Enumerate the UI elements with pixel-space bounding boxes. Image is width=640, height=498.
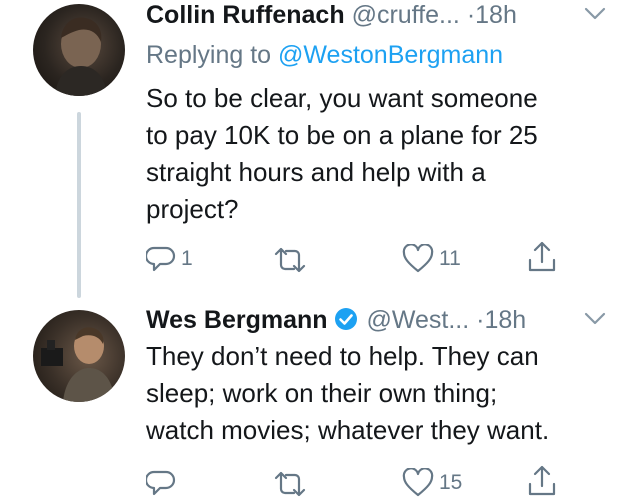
avatar[interactable]	[33, 4, 125, 96]
share-icon	[528, 465, 556, 496]
reply-icon	[146, 246, 176, 272]
verified-icon	[334, 307, 358, 338]
replying-to: Replying to @WestonBergmann	[146, 40, 503, 70]
like-icon	[402, 468, 434, 497]
chevron-down-icon[interactable]	[583, 311, 607, 332]
author-name[interactable]: Collin Ruffenach	[146, 1, 345, 29]
reply-count: 1	[181, 247, 193, 270]
mention-link[interactable]: @WestonBergmann	[278, 41, 503, 69]
reply-icon	[146, 470, 176, 496]
share-button[interactable]	[527, 464, 557, 498]
like-count: 15	[439, 471, 463, 494]
like-button[interactable]: 11	[402, 244, 461, 274]
like-count: 11	[439, 247, 461, 270]
retweet-button[interactable]	[272, 470, 313, 498]
chevron-down-icon[interactable]	[583, 6, 607, 27]
avatar[interactable]	[33, 310, 125, 402]
timestamp[interactable]: 18h	[484, 306, 526, 334]
tweet-text: They don’t need to help. They can sleep;…	[146, 341, 550, 445]
timestamp[interactable]: 18h	[475, 1, 517, 29]
tweet-header: Collin Ruffenach @cruffe... ·18h	[146, 0, 517, 30]
replying-prefix: Replying to	[146, 41, 272, 69]
separator-dot: ·	[466, 1, 476, 29]
share-icon	[528, 241, 556, 272]
reply-button[interactable]: 1	[146, 244, 193, 274]
retweet-icon	[274, 247, 306, 273]
retweet-icon	[274, 471, 306, 497]
tweet-text: So to be clear, you want someone to pay …	[146, 83, 538, 224]
author-handle[interactable]: @cruffe...	[352, 1, 460, 29]
author-name[interactable]: Wes Bergmann	[146, 306, 328, 334]
reply-button[interactable]	[146, 468, 181, 498]
avatar-photo	[41, 327, 115, 402]
share-button[interactable]	[527, 240, 557, 274]
author-handle[interactable]: @West...	[366, 306, 469, 334]
retweet-button[interactable]	[272, 246, 313, 274]
avatar-photo	[55, 17, 107, 96]
tweet-header: Wes Bergmann @West... ·18h	[146, 305, 526, 338]
like-icon	[402, 244, 434, 273]
like-button[interactable]: 15	[402, 468, 462, 498]
thread-line	[77, 112, 81, 298]
